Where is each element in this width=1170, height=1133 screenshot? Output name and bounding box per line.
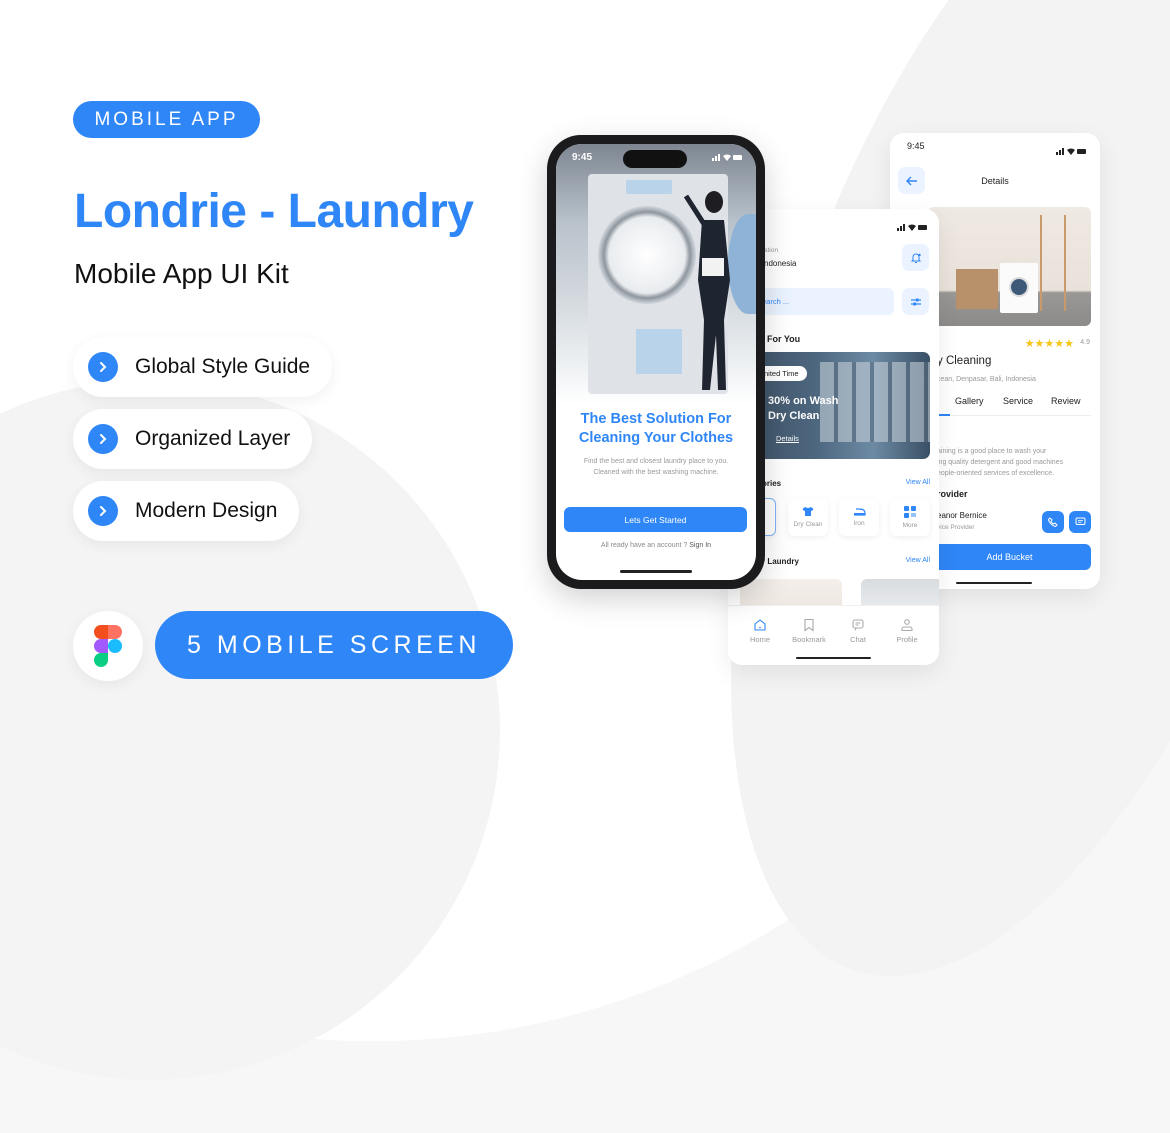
signin-prompt: All ready have an account ? Sign In (556, 542, 756, 549)
status-time: 9:45 (907, 141, 925, 151)
phone-icon (1048, 517, 1058, 527)
about-text: aining is a good place to wash your ing … (937, 446, 1063, 479)
location-label: ation (764, 247, 779, 254)
onboarding-description: Find the best and closest laundry place … (564, 456, 748, 478)
provider-role: vice Provider (937, 524, 975, 531)
view-all-popular-link[interactable]: View All (906, 557, 930, 564)
status-time: 9:45 (572, 152, 593, 163)
promo-line: 30% on Wash (768, 395, 839, 407)
laundry-name: y Cleaning (937, 355, 992, 367)
chevron-right-icon (88, 424, 118, 454)
bottom-nav: Home Bookmark Chat Profile (728, 605, 939, 665)
description-line: Cleaned with the best washing machine. (593, 469, 719, 476)
page-title: Londrie - Laundry (74, 185, 474, 238)
feature-label: Modern Design (135, 499, 278, 522)
home-icon (754, 619, 766, 631)
about-line: ing quality detergent and good machines (937, 459, 1064, 466)
person-figure (684, 191, 730, 390)
nav-label: Profile (896, 635, 918, 644)
screen-count-badge: 5 MOBILE SCREEN (155, 611, 513, 679)
washer-drum (598, 206, 696, 304)
feature-label: Organized Layer (135, 427, 291, 450)
section-popular: r Laundry (762, 557, 799, 566)
filter-button[interactable] (902, 288, 929, 315)
nav-profile[interactable]: Profile (885, 618, 929, 644)
rating-stars: ★★★★★ (1024, 338, 1074, 350)
about-line: aining is a good place to wash your (937, 448, 1047, 455)
call-button[interactable] (1042, 511, 1064, 533)
add-bucket-button[interactable]: Add Bucket (928, 544, 1091, 570)
nav-bookmark[interactable]: Bookmark (787, 618, 831, 644)
hero-photo: 9:45 (556, 144, 756, 404)
nav-label: Bookmark (792, 635, 826, 644)
laundry-address: cean, Denpasar, Bali, Indonesia (937, 376, 1036, 383)
category-iron[interactable]: Iron (839, 498, 879, 536)
bookmark-icon (804, 618, 814, 632)
home-indicator (620, 570, 692, 573)
figma-logo-icon (73, 611, 143, 681)
home-indicator (956, 582, 1032, 584)
headline-line: Cleaning Your Clothes (578, 430, 734, 446)
category-dry-clean[interactable]: Dry Clean (788, 498, 828, 536)
bell-icon (910, 253, 921, 263)
feature-pill-organized-layer: Organized Layer (73, 409, 313, 469)
status-icons (897, 218, 927, 236)
dynamic-island (623, 150, 687, 168)
category-label: More (902, 521, 918, 529)
promo-details-link[interactable]: Details (776, 434, 799, 443)
nav-chat[interactable]: Chat (836, 618, 880, 644)
profile-icon (901, 619, 913, 632)
about-line: eople-oriented services of excellence. (937, 470, 1055, 477)
chevron-right-icon (88, 496, 118, 526)
feature-label: Global Style Guide (135, 355, 311, 378)
promo-title: 30% on Wash Dry Clean (768, 394, 839, 424)
tab-divider (928, 415, 1091, 416)
view-all-categories-link[interactable]: View All (906, 479, 930, 486)
nav-home[interactable]: Home (738, 618, 782, 644)
sliders-icon (910, 298, 921, 305)
status-icons (1056, 142, 1086, 160)
feature-pill-modern-design: Modern Design (73, 481, 300, 541)
chat-icon (1075, 517, 1085, 525)
status-icons (712, 153, 742, 161)
provider-name: eanor Bernice (937, 511, 987, 520)
promo-banner[interactable]: nited Time 30% on Wash Dry Clean Details (740, 352, 930, 459)
headline-line: The Best Solution For (580, 411, 732, 427)
category-label: Dry Clean (793, 521, 823, 528)
feature-pill-style-guide: Global Style Guide (73, 337, 333, 397)
tab-gallery[interactable]: Gallery (955, 396, 984, 406)
location-value[interactable]: ndonesia (764, 259, 796, 268)
category-label: Iron (853, 520, 865, 527)
signin-prefix: All ready have an account ? (600, 542, 688, 549)
onboarding-screen: 9:45 The Best Solution For Cleaning Your… (556, 144, 756, 580)
page-subtitle: Mobile App UI Kit (74, 258, 289, 289)
section-special: l For You (762, 334, 801, 344)
shirt-icon (802, 507, 814, 516)
tab-service[interactable]: Service (1003, 396, 1033, 406)
details-header-title: Details (981, 176, 1009, 186)
signin-link[interactable]: Sign In (689, 542, 711, 549)
chat-icon (852, 619, 864, 631)
rating-value: 4.9 (1080, 339, 1090, 346)
laundry-photo (928, 207, 1091, 326)
nav-label: Chat (850, 635, 866, 644)
home-indicator (796, 657, 871, 659)
search-placeholder: earch ... (762, 297, 790, 306)
onboarding-headline: The Best Solution For Cleaning Your Clot… (556, 410, 756, 448)
message-button[interactable] (1069, 511, 1091, 533)
promo-line: Dry Clean (768, 410, 820, 422)
grid-icon (904, 505, 916, 518)
chevron-right-icon (88, 352, 118, 382)
mobile-app-badge: MOBILE APP (73, 101, 260, 138)
tab-review[interactable]: Review (1051, 396, 1081, 406)
category-more[interactable]: More (890, 498, 930, 536)
description-line: Find the best and closest laundry place … (583, 458, 729, 465)
get-started-button[interactable]: Lets Get Started (564, 507, 747, 532)
iron-icon (853, 508, 866, 516)
nav-label: Home (749, 635, 770, 644)
notification-button[interactable] (902, 244, 929, 271)
onboarding-phone: 9:45 The Best Solution For Cleaning Your… (547, 135, 765, 589)
provider-heading: rovider (937, 489, 968, 499)
